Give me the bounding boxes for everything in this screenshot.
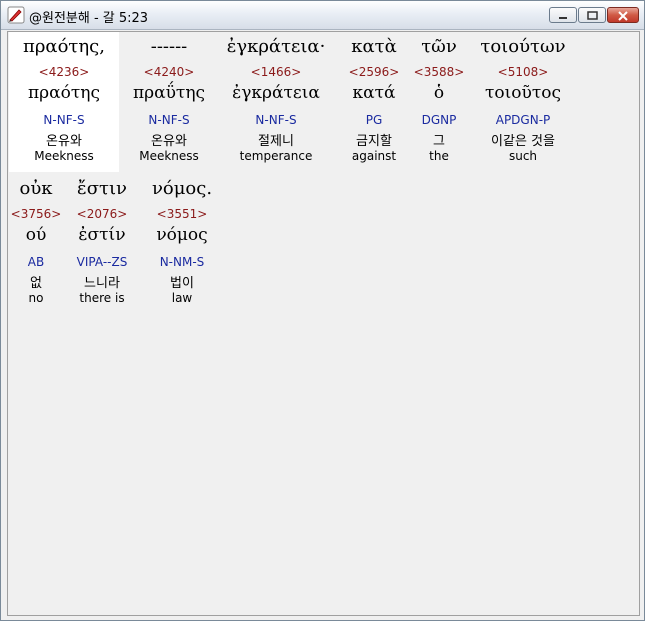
parse-code: APDGN-P <box>495 113 551 127</box>
word-cell[interactable]: ἐγκράτεια· <1466> ἐγκράτεια N-NF-S 절제니 t… <box>219 32 333 172</box>
strong-number: <3756> <box>10 207 62 221</box>
window-title: @원전분해 - 갈 5:23 <box>29 11 149 26</box>
word-cell[interactable]: πραότης, <4236> πραότης N-NF-S 온유와 Meekn… <box>9 32 119 172</box>
strong-number: <2076> <box>76 207 128 221</box>
strong-number: <2596> <box>348 65 400 79</box>
minimize-icon <box>559 17 567 19</box>
korean-gloss: 이같은 것을 <box>491 134 555 149</box>
parse-code: N-NF-S <box>148 113 190 127</box>
korean-gloss: 절제니 <box>258 134 294 149</box>
minimize-button[interactable] <box>549 7 577 23</box>
korean-gloss: 온유와 <box>151 134 187 149</box>
english-gloss: Meekness <box>34 149 94 163</box>
korean-gloss: 그 <box>433 134 445 149</box>
lemma-word: ού <box>25 225 47 245</box>
english-gloss: temperance <box>239 149 313 163</box>
maximize-button[interactable] <box>578 7 606 23</box>
greek-word: οὐκ <box>19 178 53 199</box>
korean-gloss: 없 <box>30 276 42 291</box>
app-brush-icon <box>7 6 25 24</box>
lemma-word: ὁ <box>433 83 445 103</box>
strong-number: <5108> <box>497 65 549 79</box>
maximize-icon <box>587 11 598 20</box>
english-gloss: the <box>429 149 449 163</box>
strong-number: <4236> <box>38 65 90 79</box>
greek-word: ἔστιν <box>77 178 127 199</box>
parse-code: PG <box>365 113 383 127</box>
lemma-word: πραότης <box>28 83 100 103</box>
parse-code: N-NF-S <box>255 113 297 127</box>
strong-number: <1466> <box>250 65 302 79</box>
lemma-word: πραΰτης <box>132 83 206 103</box>
english-gloss: no <box>28 291 44 305</box>
close-icon <box>618 11 628 21</box>
lemma-word: νόμος <box>156 225 208 245</box>
greek-word: τοιούτων <box>480 36 566 57</box>
lemma-word: ἐγκράτεια <box>232 83 320 103</box>
greek-word: ------ <box>150 36 188 57</box>
korean-gloss: 온유와 <box>46 134 82 149</box>
parse-code: AB <box>27 255 45 269</box>
korean-gloss: 느니라 <box>84 276 120 291</box>
word-cell[interactable]: ------ <4240> πραΰτης N-NF-S 온유와 Meeknes… <box>119 32 219 172</box>
parse-code: VIPA--ZS <box>76 255 128 269</box>
english-gloss: against <box>351 149 397 163</box>
greek-word: τῶν <box>421 36 457 57</box>
korean-gloss: 금지할 <box>356 134 392 149</box>
word-cell[interactable]: νόμος. <3551> νόμος N-NM-S 법이 law <box>141 174 223 314</box>
word-cell[interactable]: τῶν <3588> ὁ DGNP 그 the <box>407 32 471 172</box>
word-cell[interactable]: οὐκ <3756> ού AB 없 no <box>9 174 63 314</box>
english-gloss: such <box>508 149 538 163</box>
greek-word: ἐγκράτεια· <box>226 36 326 57</box>
interlinear-view[interactable]: πραότης, <4236> πραότης N-NF-S 온유와 Meekn… <box>7 31 640 616</box>
parse-code: N-NM-S <box>159 255 205 269</box>
english-gloss: there is <box>79 291 125 305</box>
english-gloss: Meekness <box>139 149 199 163</box>
greek-word: νόμος. <box>151 178 213 199</box>
lemma-word: τοιοῦτος <box>484 83 562 103</box>
parse-code: DGNP <box>421 113 457 127</box>
app-window: @원전분해 - 갈 5:23 πραότης, <4236> πραότης N… <box>0 0 645 621</box>
parse-code: N-NF-S <box>43 113 85 127</box>
strong-number: <4240> <box>143 65 195 79</box>
word-cell[interactable]: τοιούτων <5108> τοιοῦτος APDGN-P 이같은 것을 … <box>471 32 575 172</box>
greek-word: πραότης, <box>23 36 105 57</box>
word-cell[interactable]: κατὰ <2596> κατά PG 금지할 against <box>341 32 407 172</box>
greek-word: κατὰ <box>351 36 397 57</box>
word-cell[interactable]: ἔστιν <2076> ἐστίν VIPA--ZS 느니라 there is <box>63 174 141 314</box>
english-gloss: law <box>171 291 193 305</box>
strong-number: <3588> <box>413 65 465 79</box>
close-button[interactable] <box>607 7 639 23</box>
lemma-word: ἐστίν <box>78 225 126 245</box>
title-bar[interactable]: @원전분해 - 갈 5:23 <box>1 1 644 30</box>
lemma-word: κατά <box>352 83 396 103</box>
korean-gloss: 법이 <box>170 276 194 291</box>
strong-number: <3551> <box>156 207 208 221</box>
